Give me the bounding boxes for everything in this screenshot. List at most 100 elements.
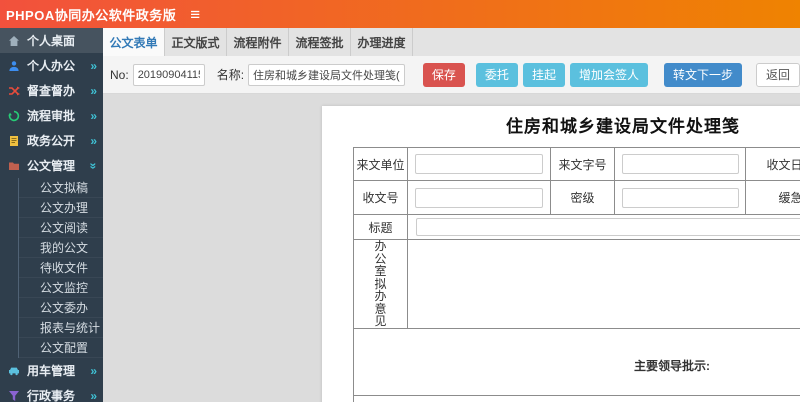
tab-flow-signoff[interactable]: 流程签批 <box>289 28 351 56</box>
incoming-ref-no-label: 来文字号 <box>550 147 615 181</box>
document-form-table: 来文单位 来文字号 收文日期 收文号 密级 缓急 <box>353 147 800 402</box>
submenu-item-label: 公文委办 <box>40 301 89 315</box>
document-paper: 住房和城乡建设局文件处理笺 来文单位 来文字号 收文日期 <box>322 106 800 402</box>
document-icon <box>8 134 22 147</box>
table-row: 来文单位 来文字号 收文日期 <box>353 147 800 181</box>
sidebar-item-label: 公文管理 <box>27 159 76 173</box>
app-title: PHPOA协同办公软件政务版 <box>6 7 177 23</box>
tab-flow-attachments[interactable]: 流程附件 <box>227 28 289 56</box>
tab-label: 正文版式 <box>171 35 220 50</box>
submenu-item-doc-delegate[interactable]: 公文委办 <box>19 298 103 318</box>
incoming-ref-no-input[interactable] <box>621 154 739 174</box>
name-label: 名称: <box>216 68 245 82</box>
delegate-button[interactable]: 委托 <box>475 62 518 87</box>
sidebar-item-admin-affairs[interactable]: 行政事务 » <box>0 383 103 402</box>
submenu-item-doc-draft[interactable]: 公文拟稿 <box>19 178 103 198</box>
tab-doc-form[interactable]: 公文表单 <box>103 28 165 56</box>
urgency-label: 缓急 <box>745 180 800 215</box>
top-bar: PHPOA协同办公软件政务版 ≡ <box>0 0 800 28</box>
submenu-item-label: 我的公文 <box>40 241 89 255</box>
chevron-right-icon: » <box>90 108 97 123</box>
sidebar-item-gov-disclosure[interactable]: 政务公开 » <box>0 128 103 153</box>
sidebar-item-workflow-approval[interactable]: 流程审批 » <box>0 103 103 128</box>
car-icon <box>8 364 22 377</box>
submenu-item-my-docs[interactable]: 我的公文 <box>19 238 103 258</box>
receive-no-label: 收文号 <box>353 180 408 215</box>
sidebar: 个人桌面 个人办公 » 督查督办 » 流程审批 » 政务公开 » 公文管理 » … <box>0 28 103 402</box>
suspend-button[interactable]: 挂起 <box>522 62 565 87</box>
sidebar-item-label: 督查督办 <box>27 84 76 98</box>
sidebar-item-personal-desktop[interactable]: 个人桌面 <box>0 28 103 53</box>
shuffle-icon <box>8 84 22 97</box>
submenu-item-doc-process[interactable]: 公文办理 <box>19 198 103 218</box>
chevron-right-icon: » <box>90 388 97 402</box>
sidebar-item-label: 个人办公 <box>27 59 76 73</box>
chevron-right-icon: » <box>90 58 97 73</box>
save-button[interactable]: 保存 <box>422 62 465 87</box>
name-input[interactable] <box>248 63 405 86</box>
submenu-item-pending-files[interactable]: 待收文件 <box>19 258 103 278</box>
chevron-right-icon: » <box>90 363 97 378</box>
doc-title-label: 标题 <box>353 214 408 240</box>
submenu-item-label: 报表与统计 <box>40 321 101 335</box>
sidebar-item-label: 政务公开 <box>27 134 76 148</box>
tab-label: 流程附件 <box>233 35 282 50</box>
submenu-item-doc-read[interactable]: 公文阅读 <box>19 218 103 238</box>
funnel-icon <box>8 389 22 402</box>
user-icon <box>8 59 22 72</box>
secrecy-level-label: 密级 <box>550 180 615 215</box>
no-label: No: <box>110 67 129 82</box>
folder-icon <box>8 159 22 172</box>
submenu-item-label: 公文阅读 <box>40 221 89 235</box>
main-area: 公文表单 正文版式 流程附件 流程签批 办理进度 No: 名称: 保存 委托 挂… <box>103 28 800 402</box>
submenu-item-label: 公文拟稿 <box>40 181 89 195</box>
hamburger-menu-icon[interactable]: ≡ <box>190 6 200 23</box>
sidebar-item-official-doc-management[interactable]: 公文管理 » <box>0 153 103 178</box>
sidebar-item-personal-office[interactable]: 个人办公 » <box>0 53 103 78</box>
office-opinion-label: 办公室拟办意见 <box>353 239 408 329</box>
content-area: 住房和城乡建设局文件处理笺 来文单位 来文字号 收文日期 <box>103 94 800 402</box>
tab-bar: 公文表单 正文版式 流程附件 流程签批 办理进度 <box>103 28 800 56</box>
submenu-item-label: 公文监控 <box>40 281 89 295</box>
submenu-item-label: 公文配置 <box>40 341 89 355</box>
add-countersigner-button[interactable]: 增加会签人 <box>569 62 648 87</box>
branch-leader-remarks-cell[interactable]: 分管领导批示: <box>353 394 800 402</box>
app-window: PHPOA协同办公软件政务版 ≡ 个人桌面 个人办公 » 督查督办 » 流程审批 <box>0 0 800 402</box>
sidebar-item-label: 个人桌面 <box>27 34 76 48</box>
secrecy-level-input[interactable] <box>621 187 739 208</box>
tab-label: 办理进度 <box>357 35 406 50</box>
main-leader-remarks-cell[interactable]: 主要领导批示: <box>353 327 800 396</box>
submenu-item-doc-config[interactable]: 公文配置 <box>19 338 103 358</box>
submenu-item-reports-stats[interactable]: 报表与统计 <box>19 318 103 338</box>
incoming-unit-input[interactable] <box>415 154 543 174</box>
table-row: 标题 <box>353 214 800 240</box>
home-icon <box>8 34 22 47</box>
forward-next-step-button[interactable]: 转文下一步 <box>663 62 742 87</box>
table-row: 收文号 密级 缓急 <box>353 180 800 215</box>
back-button[interactable]: 返回 <box>755 62 800 87</box>
receive-no-input[interactable] <box>415 187 543 208</box>
doc-title-input[interactable] <box>416 218 800 236</box>
tab-label: 流程签批 <box>295 35 344 50</box>
tab-progress[interactable]: 办理进度 <box>351 28 413 56</box>
tab-label: 公文表单 <box>109 35 158 50</box>
submenu-item-label: 待收文件 <box>40 261 89 275</box>
document-title: 住房和城乡建设局文件处理笺 <box>506 117 740 136</box>
official-doc-submenu: 公文拟稿 公文办理 公文阅读 我的公文 待收文件 公文监控 公文委办 报表与统计… <box>18 178 103 358</box>
tab-body-layout[interactable]: 正文版式 <box>165 28 227 56</box>
chevron-right-icon: » <box>90 133 97 148</box>
cycle-icon <box>8 109 22 122</box>
no-input[interactable] <box>132 63 205 86</box>
sidebar-item-label: 行政事务 <box>27 389 76 402</box>
sidebar-item-supervision[interactable]: 督查督办 » <box>0 78 103 103</box>
table-row: 分管领导批示: <box>353 394 800 402</box>
form-toolbar: No: 名称: 保存 委托 挂起 增加会签人 转文下一步 返回 <box>103 56 800 94</box>
table-row: 办公室拟办意见 <box>353 239 800 329</box>
submenu-item-doc-monitor[interactable]: 公文监控 <box>19 278 103 298</box>
table-row: 主要领导批示: <box>353 327 800 396</box>
receive-date-label: 收文日期 <box>745 147 800 181</box>
chevron-right-icon: » <box>90 83 97 98</box>
office-opinion-cell[interactable] <box>407 239 800 329</box>
sidebar-item-vehicle-management[interactable]: 用车管理 » <box>0 358 103 383</box>
submenu-item-label: 公文办理 <box>40 201 89 215</box>
